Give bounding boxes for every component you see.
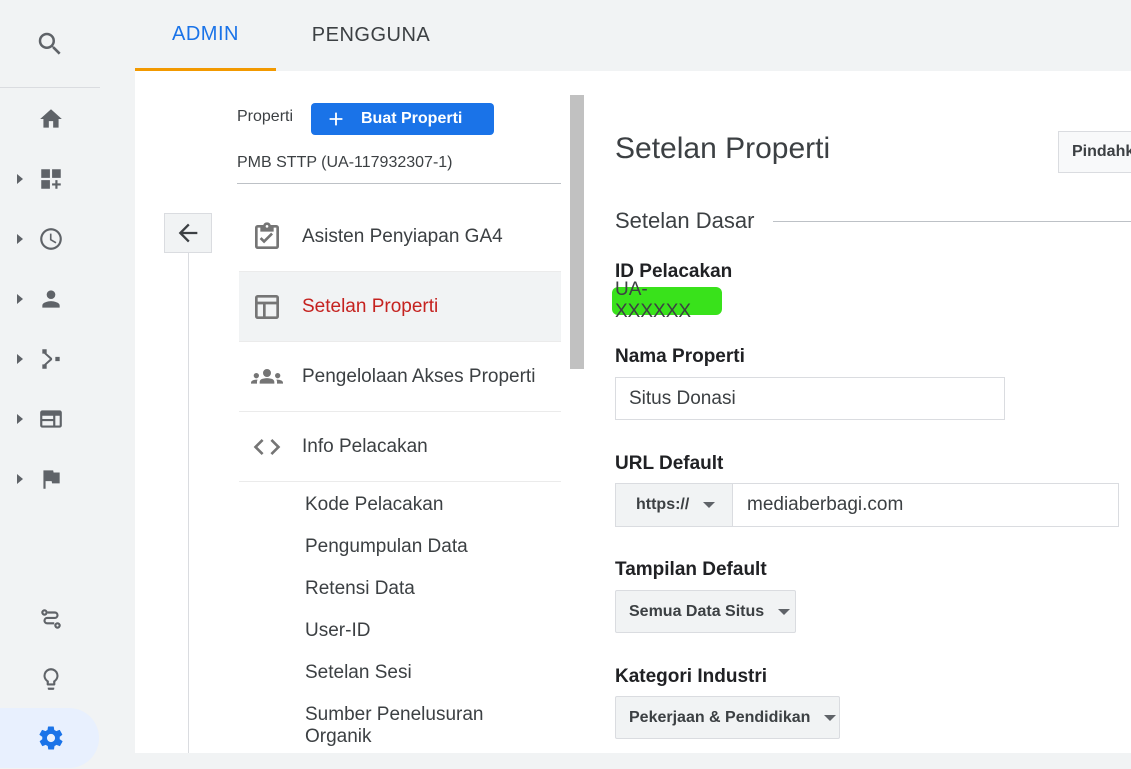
property-name-label: Nama Properti bbox=[615, 346, 745, 367]
top-tabs: ADMIN PENGGUNA bbox=[100, 0, 1131, 71]
url-protocol-select[interactable]: https:// bbox=[616, 484, 733, 526]
rail-customization[interactable] bbox=[0, 149, 100, 209]
plus-icon bbox=[329, 112, 343, 126]
page-title: Setelan Properti bbox=[615, 132, 831, 165]
default-view-dropdown[interactable]: Semua Data Situs bbox=[615, 590, 796, 633]
clock-icon bbox=[40, 228, 62, 250]
back-button[interactable] bbox=[164, 213, 212, 253]
url-host-input[interactable]: mediaberbagi.com bbox=[733, 484, 1118, 526]
group-icon bbox=[251, 368, 283, 384]
url-protocol-value: https:// bbox=[636, 496, 690, 513]
menu-item-access-management[interactable]: Pengelolaan Akses Properti bbox=[239, 342, 561, 412]
rail-admin[interactable] bbox=[0, 708, 99, 768]
submenu-data-retention[interactable]: Retensi Data bbox=[305, 578, 415, 600]
menu-item-ga4-setup[interactable]: Asisten Penyiapan GA4 bbox=[239, 202, 561, 272]
rail-behavior[interactable] bbox=[0, 389, 100, 449]
rail-discover[interactable] bbox=[0, 649, 100, 709]
flag-icon bbox=[43, 470, 60, 489]
route-icon bbox=[41, 609, 61, 629]
rail-audience[interactable] bbox=[0, 269, 100, 329]
layout-icon bbox=[255, 294, 279, 319]
expand-caret-icon bbox=[17, 234, 23, 244]
menu-item-label: Pengelolaan Akses Properti bbox=[302, 365, 536, 387]
default-view-value: Semua Data Situs bbox=[629, 602, 765, 620]
menu-item-label: Setelan Properti bbox=[302, 295, 439, 317]
section-title: Setelan Dasar bbox=[615, 208, 755, 233]
tab-admin[interactable]: ADMIN bbox=[135, 0, 276, 71]
tracking-id-value: UA-XXXXXX bbox=[612, 279, 722, 322]
create-property-button[interactable]: Buat Properti bbox=[311, 103, 494, 135]
tab-users[interactable]: PENGGUNA bbox=[286, 0, 456, 71]
expand-caret-icon bbox=[17, 474, 23, 484]
rail-acquisition[interactable] bbox=[0, 329, 100, 389]
move-property-button[interactable]: Pindahk bbox=[1058, 131, 1131, 173]
chevron-down-icon bbox=[824, 714, 837, 721]
submenu-user-id[interactable]: User-ID bbox=[305, 620, 370, 642]
default-url-label: URL Default bbox=[615, 453, 724, 474]
expand-caret-icon bbox=[17, 414, 23, 424]
web-layout-icon bbox=[40, 410, 62, 428]
expand-caret-icon bbox=[17, 354, 23, 364]
default-url-field: https:// mediaberbagi.com bbox=[615, 483, 1119, 527]
menu-scrollbar[interactable] bbox=[570, 95, 584, 369]
property-selector[interactable]: PMB STTP (UA-117932307-1) bbox=[237, 154, 561, 184]
submenu-data-collection[interactable]: Pengumpulan Data bbox=[305, 536, 468, 558]
create-property-label: Buat Properti bbox=[361, 110, 463, 127]
industry-category-dropdown[interactable]: Pekerjaan & Pendidikan bbox=[615, 696, 840, 739]
submenu-session-settings[interactable]: Setelan Sesi bbox=[305, 662, 412, 684]
menu-item-property-settings[interactable]: Setelan Properti bbox=[239, 272, 561, 342]
submenu-organic-search-sources[interactable]: Sumber Penelusuran Organik bbox=[305, 704, 505, 748]
submenu-tracking-code[interactable]: Kode Pelacakan bbox=[305, 494, 443, 516]
clipboard-check-icon bbox=[255, 221, 279, 249]
home-icon bbox=[40, 109, 62, 128]
search-button[interactable] bbox=[0, 0, 100, 88]
flow-icon bbox=[42, 349, 60, 369]
rail-attribution[interactable] bbox=[0, 589, 100, 649]
chevron-down-icon bbox=[703, 502, 716, 508]
property-label: Properti bbox=[237, 108, 294, 125]
column-divider bbox=[188, 253, 189, 753]
lightbulb-icon bbox=[43, 668, 59, 690]
person-icon bbox=[42, 290, 60, 308]
default-view-label: Tampilan Default bbox=[615, 559, 767, 580]
chevron-down-icon bbox=[778, 608, 791, 615]
bottom-strip bbox=[100, 753, 1131, 769]
industry-category-value: Pekerjaan & Pendidikan bbox=[629, 708, 811, 726]
menu-item-tracking-info[interactable]: Info Pelacakan bbox=[239, 412, 561, 482]
rail-conversions[interactable] bbox=[0, 449, 100, 509]
gear-icon bbox=[39, 726, 63, 750]
industry-category-label: Kategori Industri bbox=[615, 666, 768, 687]
arrow-back-icon bbox=[178, 223, 198, 243]
left-rail bbox=[0, 0, 100, 769]
rail-realtime[interactable] bbox=[0, 209, 100, 269]
search-icon bbox=[38, 32, 61, 55]
dashboard-add-icon bbox=[41, 169, 61, 189]
expand-caret-icon bbox=[17, 294, 23, 304]
code-icon bbox=[253, 438, 281, 455]
rail-home[interactable] bbox=[0, 89, 100, 149]
section-divider bbox=[773, 221, 1131, 222]
menu-item-label: Asisten Penyiapan GA4 bbox=[302, 225, 503, 247]
menu-item-label: Info Pelacakan bbox=[302, 435, 428, 457]
expand-caret-icon bbox=[17, 174, 23, 184]
property-name-input[interactable]: Situs Donasi bbox=[615, 377, 1005, 420]
